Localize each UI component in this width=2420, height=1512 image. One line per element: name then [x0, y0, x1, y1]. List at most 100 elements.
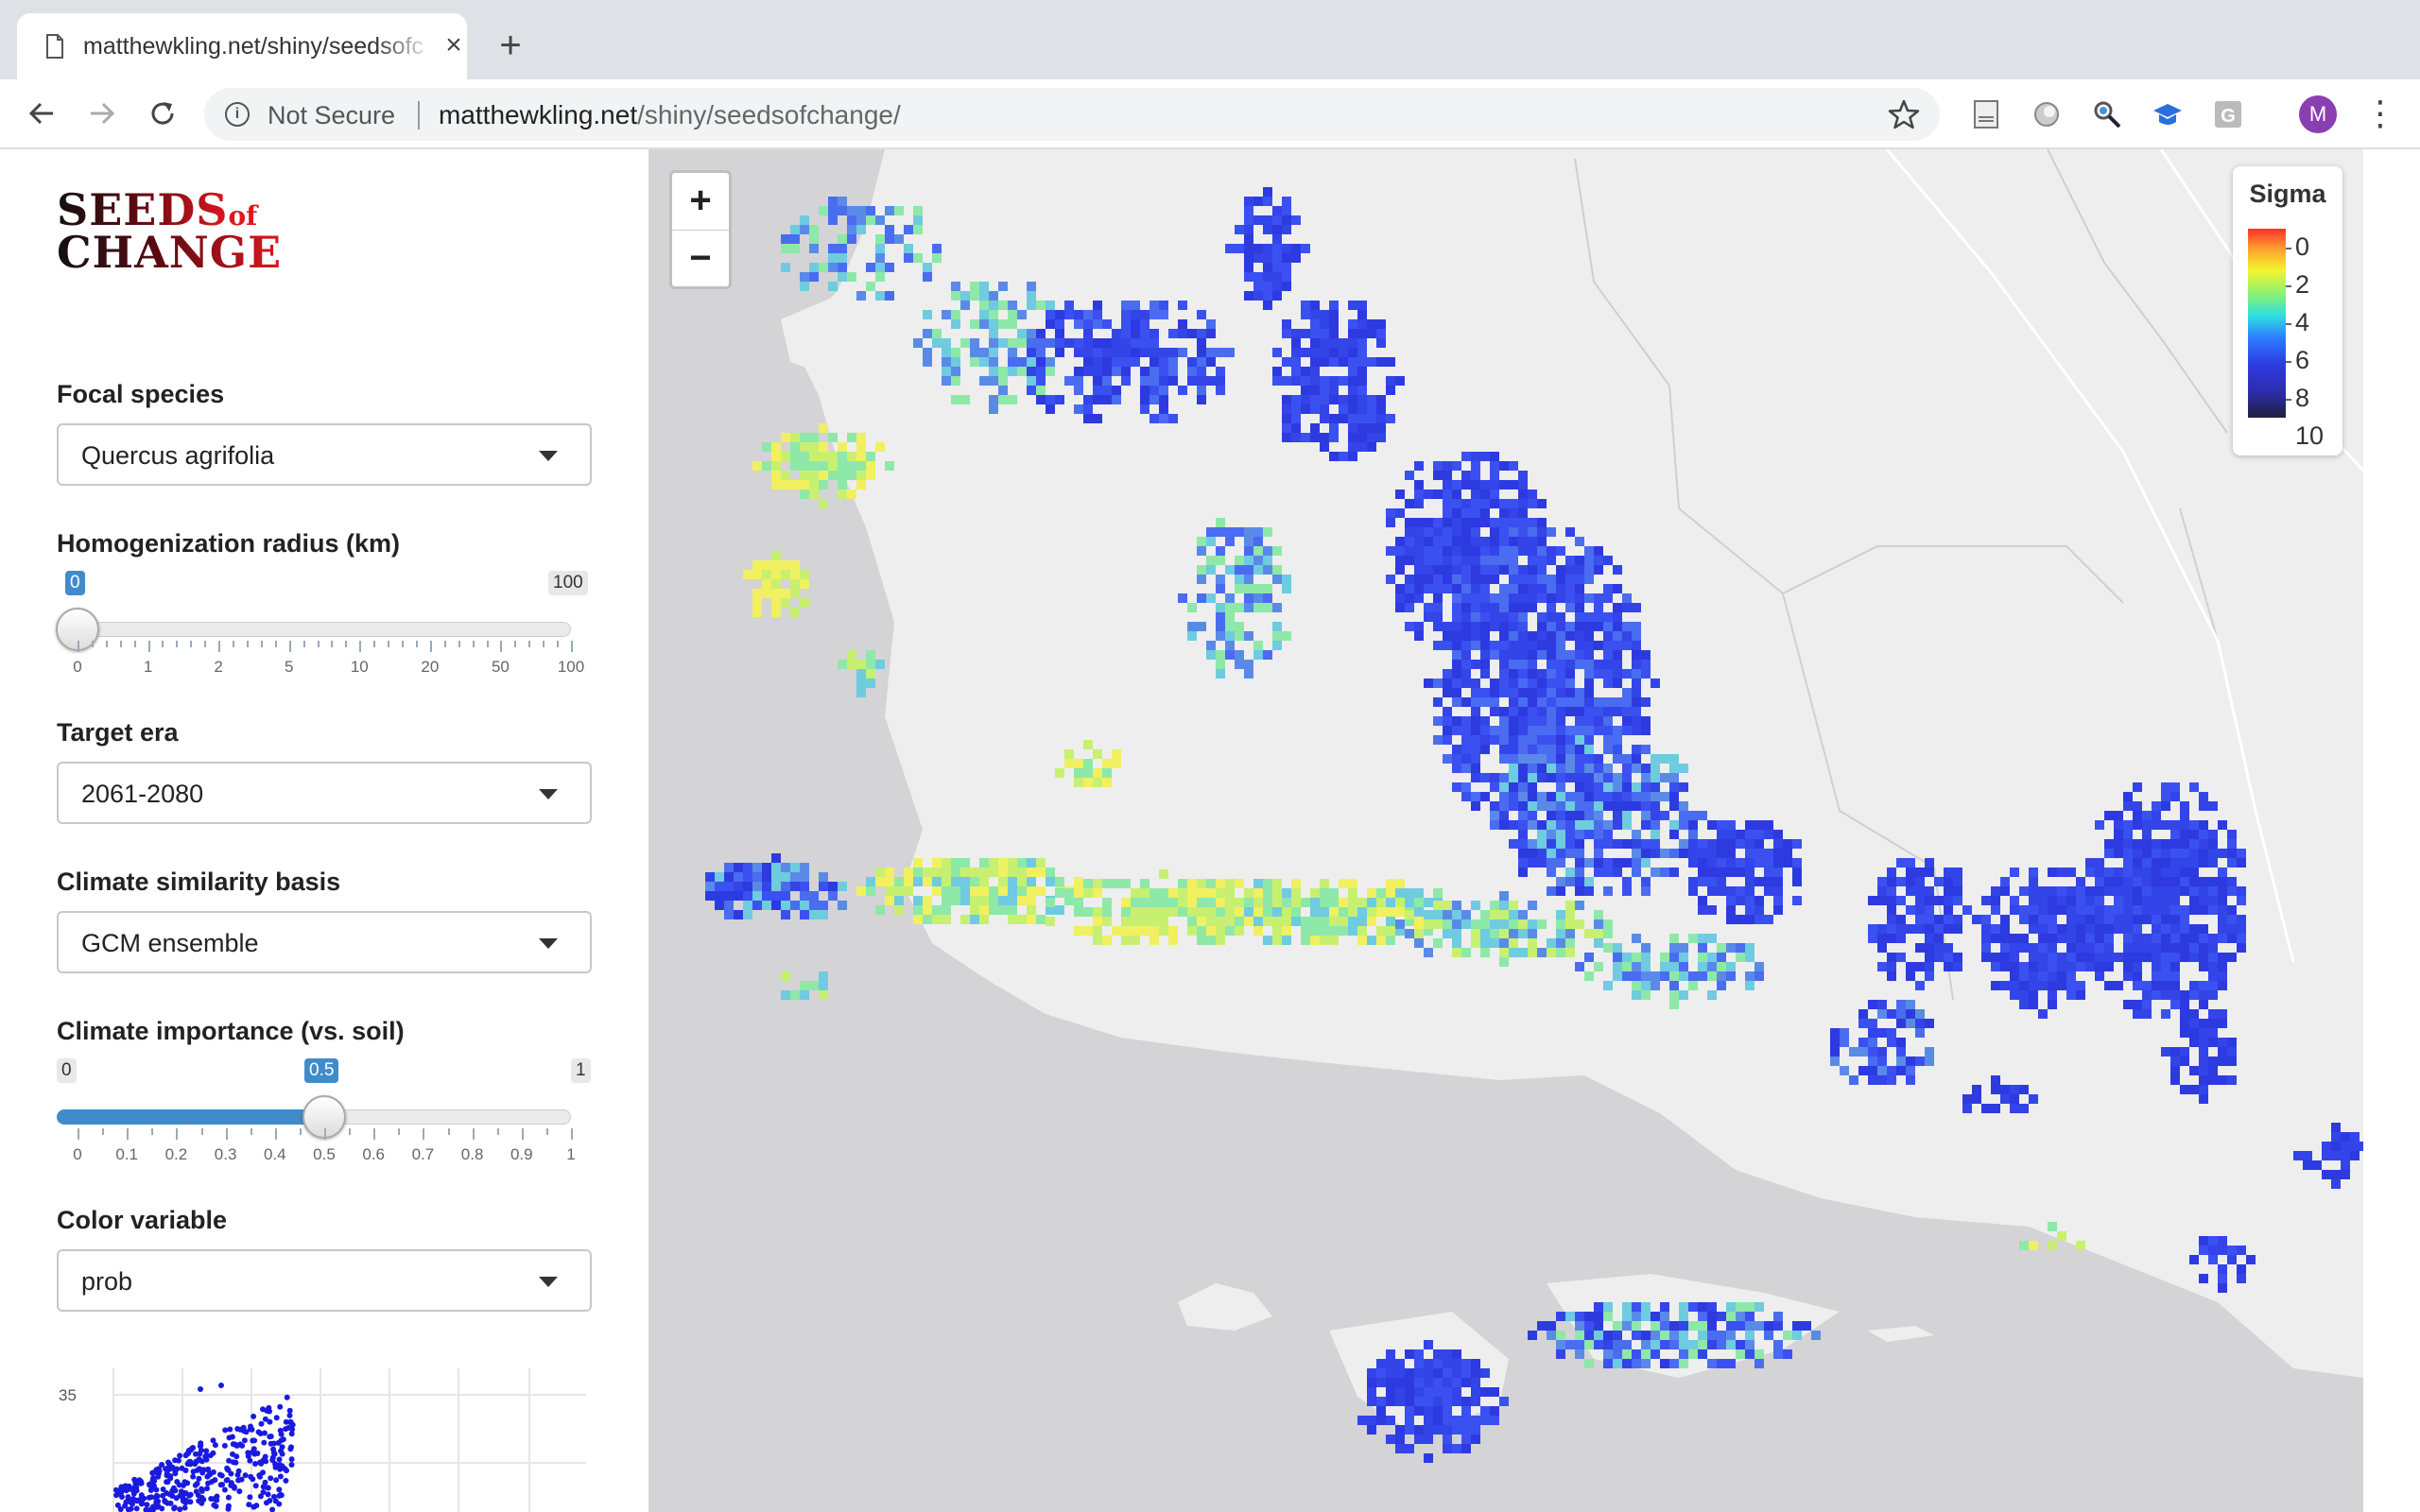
forward-button[interactable]: [81, 93, 123, 134]
browser-menu-button[interactable]: ⋮: [2363, 94, 2397, 132]
raster-cell: [2218, 849, 2227, 858]
raster-cell: [2161, 1009, 2170, 1019]
raster-cell: [2208, 990, 2218, 1000]
tab-title: matthewkling.net/shiny/seedsofchange/: [83, 33, 424, 60]
raster-cell: [1679, 849, 1688, 858]
url-text[interactable]: matthewkling.net/shiny/seedsofchange/: [439, 100, 901, 130]
raster-cell: [1896, 877, 1906, 886]
raster-cell: [1915, 1019, 1925, 1028]
map-view[interactable]: + − Sigma 0 2 4 6 8 10: [648, 149, 2363, 1512]
raster-cell: [913, 858, 923, 868]
raster-cell: [960, 868, 970, 877]
zoom-out-button[interactable]: −: [672, 230, 729, 286]
map-canvas[interactable]: [648, 149, 2363, 1512]
raster-cell: [1669, 849, 1679, 858]
raster-cell: [1272, 206, 1282, 215]
raster-cell: [2114, 820, 2123, 830]
scatter-point: [180, 1498, 186, 1504]
raster-cell: [2161, 801, 2170, 811]
raster-cell: [1112, 357, 1121, 367]
raster-cell: [2152, 971, 2161, 981]
raster-cell: [2180, 811, 2189, 820]
raster-cell: [2237, 943, 2246, 953]
bookmark-star-icon[interactable]: [1887, 97, 1921, 131]
raster-cell: [1622, 1349, 1632, 1359]
raster-cell: [1424, 1406, 1433, 1416]
scatter-point: [217, 1482, 224, 1488]
raster-cell: [2189, 1009, 2199, 1019]
raster-cell: [1537, 839, 1547, 849]
raster-cell: [1282, 206, 1291, 215]
raster-cell: [800, 891, 809, 901]
raster-cell: [2189, 1019, 2199, 1028]
raster-cell: [1452, 1368, 1461, 1378]
raster-cell: [790, 461, 800, 471]
search-extension-icon[interactable]: [2091, 98, 2123, 130]
new-tab-button[interactable]: +: [490, 25, 531, 66]
raster-cell: [1726, 849, 1736, 858]
raster-cell: [2048, 1000, 2057, 1009]
focal-species-select[interactable]: Quercus agrifolia: [57, 423, 592, 486]
raster-cell: [1376, 1368, 1386, 1378]
reader-extension-icon[interactable]: [1970, 98, 2002, 130]
raster-cell: [1547, 868, 1556, 877]
raster-cell: [771, 579, 781, 589]
raster-cell: [1925, 1047, 1934, 1057]
slider-minor-tick: [190, 641, 193, 647]
profile-avatar[interactable]: M: [2299, 95, 2337, 133]
tab-close-button[interactable]: ×: [437, 28, 471, 62]
target-era-select[interactable]: 2061-2080: [57, 762, 592, 824]
raster-cell: [1480, 735, 1490, 745]
radius-slider[interactable]: 0 100 0 1 2 5 10 20 50 100: [56, 571, 592, 697]
scatter-point: [162, 1499, 168, 1505]
raster-cell: [2170, 792, 2180, 801]
zoom-in-button[interactable]: +: [672, 173, 729, 230]
raster-cell: [1216, 584, 1225, 593]
raster-cell: [1414, 527, 1424, 537]
raster-cell: [1395, 1359, 1405, 1368]
raster-cell: [2170, 896, 2180, 905]
raster-cell: [1008, 301, 1017, 310]
address-bar[interactable]: i Not Secure matthewkling.net/shiny/seed…: [204, 88, 1940, 141]
scatter-point: [258, 1420, 265, 1427]
raster-cell: [1499, 688, 1509, 697]
raster-cell: [1386, 1349, 1395, 1359]
raster-cell: [1244, 537, 1253, 546]
raster-cell: [828, 433, 838, 442]
back-button[interactable]: [21, 93, 62, 134]
browser-tab[interactable]: matthewkling.net/shiny/seedsofchange/ ×: [17, 13, 467, 79]
raster-cell: [828, 882, 838, 891]
raster-cell: [1698, 962, 1707, 971]
raster-cell: [1887, 962, 1896, 971]
importance-slider[interactable]: 0 0.5 1 0 0.1 0.2 0.3 0.4 0.5 0.6 0.7 0.8 0.9 1: [57, 1058, 592, 1185]
raster-cell: [1461, 1359, 1471, 1368]
slider-minor-tick: [543, 641, 545, 647]
raster-cell: [1291, 907, 1301, 917]
raster-cell: [2189, 981, 2199, 990]
slider-track[interactable]: [78, 622, 571, 637]
color-variable-select[interactable]: prob: [57, 1249, 592, 1312]
raster-cell: [1528, 820, 1537, 830]
security-label[interactable]: Not Secure: [268, 101, 395, 130]
grammar-extension-icon[interactable]: G: [2212, 98, 2244, 130]
raster-cell: [1556, 707, 1565, 716]
raster-cell: [771, 570, 781, 579]
raster-cell: [2218, 981, 2227, 990]
reload-button[interactable]: [142, 93, 183, 134]
raster-cell: [1764, 877, 1773, 886]
raster-cell: [1452, 461, 1461, 471]
raster-cell: [1556, 830, 1565, 839]
circle-extension-icon[interactable]: [2031, 98, 2063, 130]
raster-cell: [1480, 1406, 1490, 1416]
info-icon[interactable]: i: [225, 102, 250, 127]
mortarboard-extension-icon[interactable]: [2152, 98, 2184, 130]
raster-cell: [2066, 971, 2076, 981]
raster-cell: [1216, 386, 1225, 395]
raster-cell: [1556, 849, 1565, 858]
raster-cell: [1197, 537, 1206, 546]
climate-basis-select[interactable]: GCM ensemble: [57, 911, 592, 973]
scatter-point: [182, 1489, 188, 1496]
raster-cell: [1168, 367, 1178, 376]
raster-cell: [800, 579, 809, 589]
back-arrow-icon: [28, 102, 53, 125]
